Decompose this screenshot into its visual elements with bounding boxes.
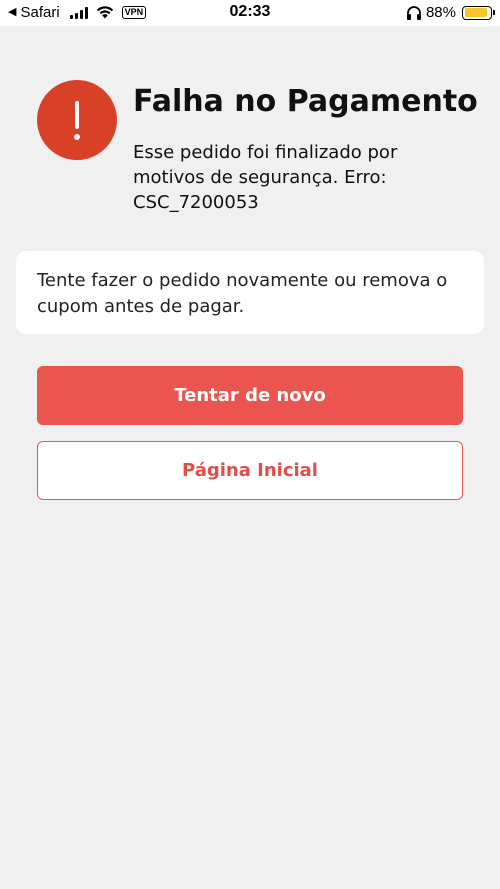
- info-text: Tente fazer o pedido novamente ou remova…: [37, 270, 448, 317]
- exclamation-icon: [37, 80, 117, 160]
- error-message: Esse pedido foi finalizado por motivos d…: [133, 142, 398, 213]
- status-bar-right: 88%: [406, 4, 495, 21]
- home-page-button[interactable]: Página Inicial: [37, 441, 463, 500]
- status-bar: ◀ Safari VPN 02:33 88%: [0, 0, 500, 26]
- battery-percent: 88%: [425, 4, 456, 21]
- battery-level-fill: [464, 8, 487, 17]
- retry-button[interactable]: Tentar de novo: [37, 366, 463, 425]
- info-card: Tente fazer o pedido novamente ou remova…: [16, 251, 484, 334]
- headphones-icon: [406, 5, 421, 20]
- page-title: Falha no Pagamento: [133, 84, 478, 119]
- battery-icon: [462, 5, 495, 20]
